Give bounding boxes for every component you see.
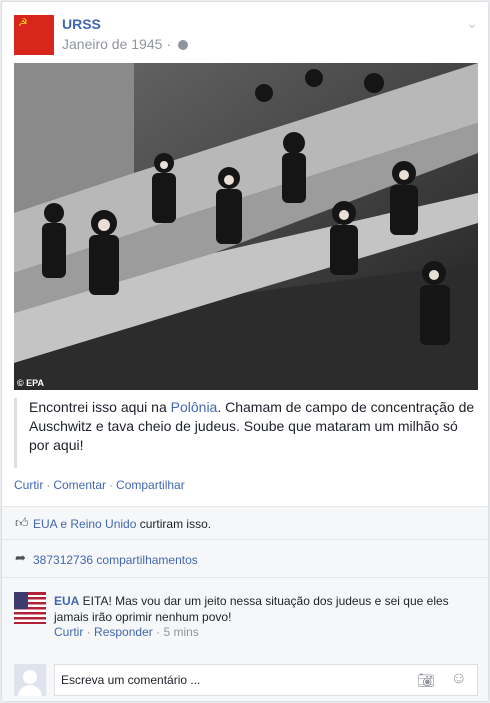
hammer-sickle-icon: ☭ <box>18 17 28 29</box>
meta-separator: · <box>166 36 171 52</box>
likers-link[interactable]: EUA e Reino Unido <box>33 517 136 531</box>
post-text-part-1: Encontrei isso aqui na <box>29 399 171 415</box>
post-date[interactable]: Janeiro de 1945 <box>62 36 162 52</box>
us-flag-icon <box>14 592 46 624</box>
shares-count-link[interactable]: 387312736 compartilhamentos <box>33 553 198 567</box>
comment-time[interactable]: 5 mins <box>163 625 198 639</box>
avatar-torso <box>18 685 42 696</box>
smiley-icon[interactable]: ☺ <box>451 670 467 688</box>
post-header: ☭ URSS Janeiro de 1945 · ⌄ <box>14 15 478 55</box>
photo-image <box>14 63 478 390</box>
reply-link[interactable]: Responder <box>94 625 153 639</box>
likes-suffix: curtiram isso. <box>136 517 212 531</box>
post-actions: Curtir · Comentar · Compartilhar <box>14 478 185 492</box>
share-arrow-icon: ➦ <box>15 550 26 565</box>
post-text: Encontrei isso aqui na Polônia. Chamam d… <box>14 398 478 468</box>
likes-summary: EUA e Reino Unido curtiram isso. <box>33 517 211 531</box>
camera-icon[interactable]: 📷︎ <box>417 672 435 689</box>
likes-bar: 👍︎ EUA e Reino Unido curtiram isso. <box>2 506 488 539</box>
comment-body: EUA EITA! Mas vou dar um jeito nessa sit… <box>54 593 464 625</box>
comment-like-link[interactable]: Curtir <box>54 625 83 639</box>
globe-icon[interactable] <box>177 40 188 50</box>
comment-author[interactable]: EUA <box>54 594 79 608</box>
comment-input[interactable] <box>61 672 401 688</box>
comment-link[interactable]: Comentar <box>53 478 106 492</box>
action-separator: · <box>46 478 51 492</box>
shares-bar: ➦ 387312736 compartilhamentos <box>2 539 488 577</box>
author-avatar[interactable]: ☭ <box>14 15 54 55</box>
chevron-down-icon[interactable]: ⌄ <box>466 15 478 32</box>
avatar-head <box>23 670 37 684</box>
comment-text: EITA! Mas vou dar um jeito nessa situaçã… <box>54 594 449 624</box>
thumbs-up-icon: 👍︎ <box>15 515 29 530</box>
post-author[interactable]: URSS <box>62 16 101 32</box>
comment-input-box[interactable]: 📷︎ ☺ <box>54 664 478 696</box>
like-link[interactable]: Curtir <box>14 478 43 492</box>
share-link[interactable]: Compartilhar <box>116 478 185 492</box>
photo-credit: © EPA <box>17 378 44 388</box>
place-link[interactable]: Polônia <box>171 399 218 415</box>
post-photo[interactable]: © EPA <box>14 63 478 390</box>
comment-meta: Curtir · Responder · 5 mins <box>54 625 199 639</box>
post-card: ☭ URSS Janeiro de 1945 · ⌄ © EPA Encontr… <box>1 1 489 702</box>
commenter-avatar[interactable] <box>14 592 46 624</box>
post-meta: Janeiro de 1945 · <box>62 36 188 52</box>
comment-separator: · <box>86 625 91 639</box>
current-user-avatar <box>14 664 46 696</box>
comment-separator: · <box>156 625 161 639</box>
comments-section: EUA EITA! Mas vou dar um jeito nessa sit… <box>2 577 488 701</box>
action-separator: · <box>109 478 114 492</box>
